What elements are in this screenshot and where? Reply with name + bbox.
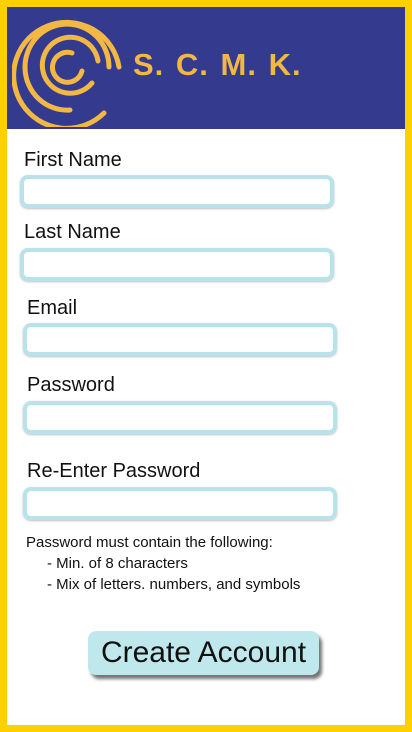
requirement-item: - Min. of 8 characters	[47, 555, 188, 572]
reenter-password-label: Re-Enter Password	[27, 460, 201, 482]
email-label: Email	[27, 297, 78, 319]
first-name-label: First Name	[24, 149, 122, 171]
brand-name: S. C. M. K.	[133, 47, 302, 82]
spiral-logo-icon	[12, 19, 122, 127]
requirements-heading: Password must contain the following:	[26, 534, 273, 551]
reenter-password-field[interactable]	[23, 487, 337, 520]
password-label: Password	[27, 374, 115, 396]
create-account-button[interactable]: Create Account	[88, 631, 319, 675]
password-requirements: Password must contain the following: - M…	[26, 532, 300, 595]
header-banner: S. C. M. K.	[7, 7, 405, 129]
first-name-field[interactable]	[20, 175, 334, 208]
last-name-field[interactable]	[20, 248, 334, 281]
signup-screen: S. C. M. K. First Name Last Name Email P…	[0, 0, 412, 732]
last-name-label: Last Name	[24, 221, 121, 243]
email-field[interactable]	[23, 323, 337, 356]
password-field[interactable]	[23, 401, 337, 434]
requirement-item: - Mix of letters. numbers, and symbols	[47, 576, 301, 593]
